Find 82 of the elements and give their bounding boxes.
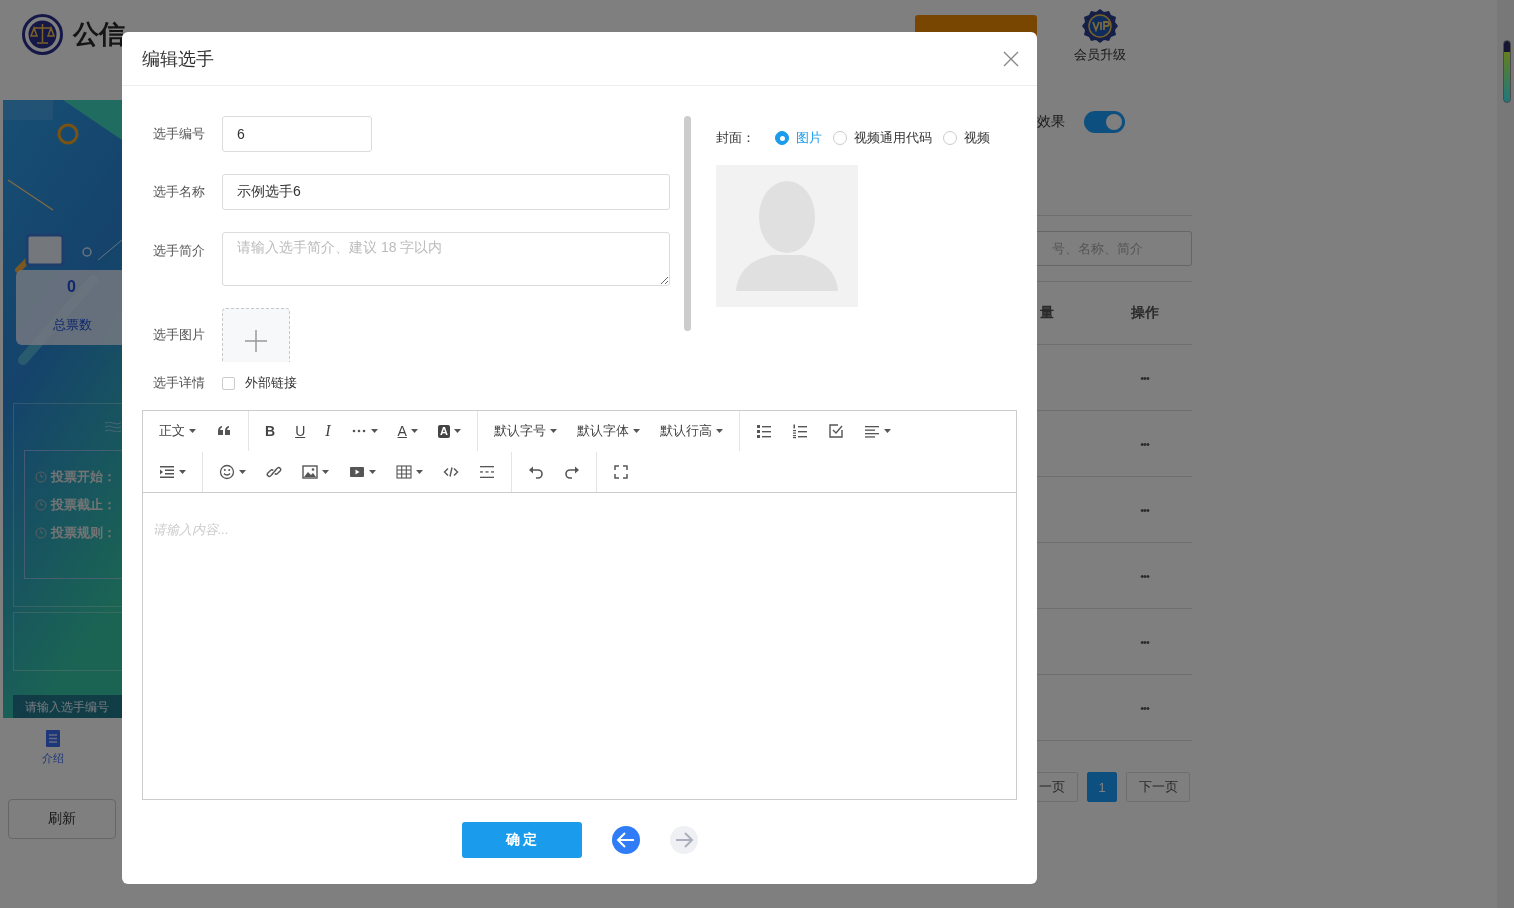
table-icon bbox=[396, 463, 412, 480]
checkbox-label: 外部链接 bbox=[245, 374, 297, 392]
column-header: 量 bbox=[1039, 304, 1055, 322]
refresh-button[interactable]: 刷新 bbox=[8, 799, 116, 839]
caret-icon bbox=[453, 429, 461, 433]
caret-icon bbox=[369, 469, 376, 474]
vote-info-label: 投票规则： bbox=[51, 524, 116, 542]
vote-count-label: 总票数 bbox=[53, 316, 92, 334]
dialog-title: 编辑选手 bbox=[142, 47, 214, 71]
numbered-list-icon bbox=[791, 423, 808, 439]
checkbox-icon bbox=[827, 423, 844, 439]
field-label: 选手图片 bbox=[152, 326, 206, 344]
caret-icon bbox=[322, 469, 329, 474]
fullscreen-icon bbox=[613, 463, 629, 480]
clock-icon bbox=[35, 471, 47, 483]
close-icon bbox=[1003, 50, 1019, 67]
underline-button[interactable]: U bbox=[285, 416, 316, 446]
caret-icon bbox=[189, 429, 196, 433]
field-label: 选手详情 bbox=[152, 374, 206, 392]
indent-icon bbox=[159, 463, 175, 480]
bold-button[interactable]: B bbox=[255, 416, 286, 446]
checkbox[interactable] bbox=[222, 376, 235, 390]
description-field[interactable]: 请输入选手简介、建议 18 字以内 bbox=[222, 232, 670, 286]
arrow-left-icon bbox=[615, 830, 636, 850]
more-actions[interactable]: ••• bbox=[1140, 701, 1149, 714]
wave-icon bbox=[105, 422, 121, 432]
caret-icon bbox=[239, 469, 246, 474]
column-header: 操作 bbox=[1130, 304, 1159, 322]
more-actions[interactable]: ••• bbox=[1140, 635, 1149, 648]
caret-icon bbox=[549, 429, 557, 433]
plus-icon bbox=[244, 328, 268, 353]
italic-button[interactable]: I bbox=[315, 416, 341, 446]
text-field[interactable]: 示例选手6 bbox=[222, 174, 670, 210]
clock-icon bbox=[35, 499, 47, 511]
radio-option[interactable]: 视频 bbox=[943, 129, 990, 147]
font-size-dropdown[interactable]: 默认字号 bbox=[483, 416, 567, 446]
field-label: 选手简介 bbox=[152, 242, 206, 260]
background-color-button[interactable]: A bbox=[427, 416, 471, 446]
more-actions[interactable]: ••• bbox=[1140, 371, 1149, 384]
vote-info-label: 投票截止： bbox=[51, 496, 116, 514]
image-icon bbox=[302, 463, 318, 480]
cover-label: 封面： bbox=[716, 129, 755, 147]
setting-label: 效果 bbox=[1037, 113, 1065, 131]
scrollbar-thumb[interactable] bbox=[1503, 40, 1511, 103]
intro-tab[interactable]: 介绍 bbox=[41, 730, 64, 766]
caret-icon bbox=[715, 429, 723, 433]
radio-option[interactable]: 视频通用代码 bbox=[833, 129, 932, 147]
line-height-dropdown[interactable]: 默认行高 bbox=[649, 416, 733, 446]
paragraph-style-dropdown[interactable]: 正文 bbox=[149, 416, 206, 446]
caret-icon bbox=[883, 429, 891, 433]
field-label: 选手名称 bbox=[152, 183, 206, 201]
font-family-dropdown[interactable]: 默认字体 bbox=[566, 416, 650, 446]
more-actions[interactable]: ••• bbox=[1140, 503, 1149, 516]
caret-icon bbox=[410, 429, 418, 433]
logo-text: 公信 bbox=[73, 18, 125, 51]
vote-info-label: 投票开始： bbox=[51, 468, 116, 486]
caret-icon bbox=[370, 429, 378, 433]
logo-icon bbox=[22, 14, 63, 55]
radio-option[interactable]: 图片 bbox=[775, 129, 822, 147]
toggle-switch[interactable] bbox=[1084, 111, 1125, 133]
vip-badge-icon bbox=[1082, 8, 1118, 44]
clock-icon bbox=[35, 527, 47, 539]
smiley-icon bbox=[219, 463, 235, 480]
confirm-button[interactable]: 确 定 bbox=[461, 822, 582, 858]
more-actions[interactable]: ••• bbox=[1140, 437, 1149, 450]
caret-icon bbox=[632, 429, 640, 433]
caret-icon bbox=[179, 469, 186, 474]
bulleted-list-icon bbox=[755, 423, 772, 439]
field-label: 选手编号 bbox=[152, 125, 206, 143]
document-icon bbox=[45, 730, 60, 747]
divider-icon bbox=[479, 463, 495, 480]
text-field[interactable]: 6 bbox=[222, 116, 372, 152]
close-button[interactable] bbox=[1003, 50, 1019, 67]
scrollbar[interactable] bbox=[684, 116, 691, 331]
vip-upgrade-label[interactable]: 会员升级 bbox=[1074, 46, 1126, 64]
font-color-button[interactable]: A bbox=[387, 416, 428, 446]
more-actions[interactable]: ••• bbox=[1140, 569, 1149, 582]
previous-button[interactable] bbox=[611, 826, 640, 854]
caret-icon bbox=[416, 469, 423, 474]
align-left-icon bbox=[863, 423, 880, 439]
vote-count: 0 bbox=[67, 278, 76, 296]
arrow-right-icon bbox=[673, 830, 694, 850]
